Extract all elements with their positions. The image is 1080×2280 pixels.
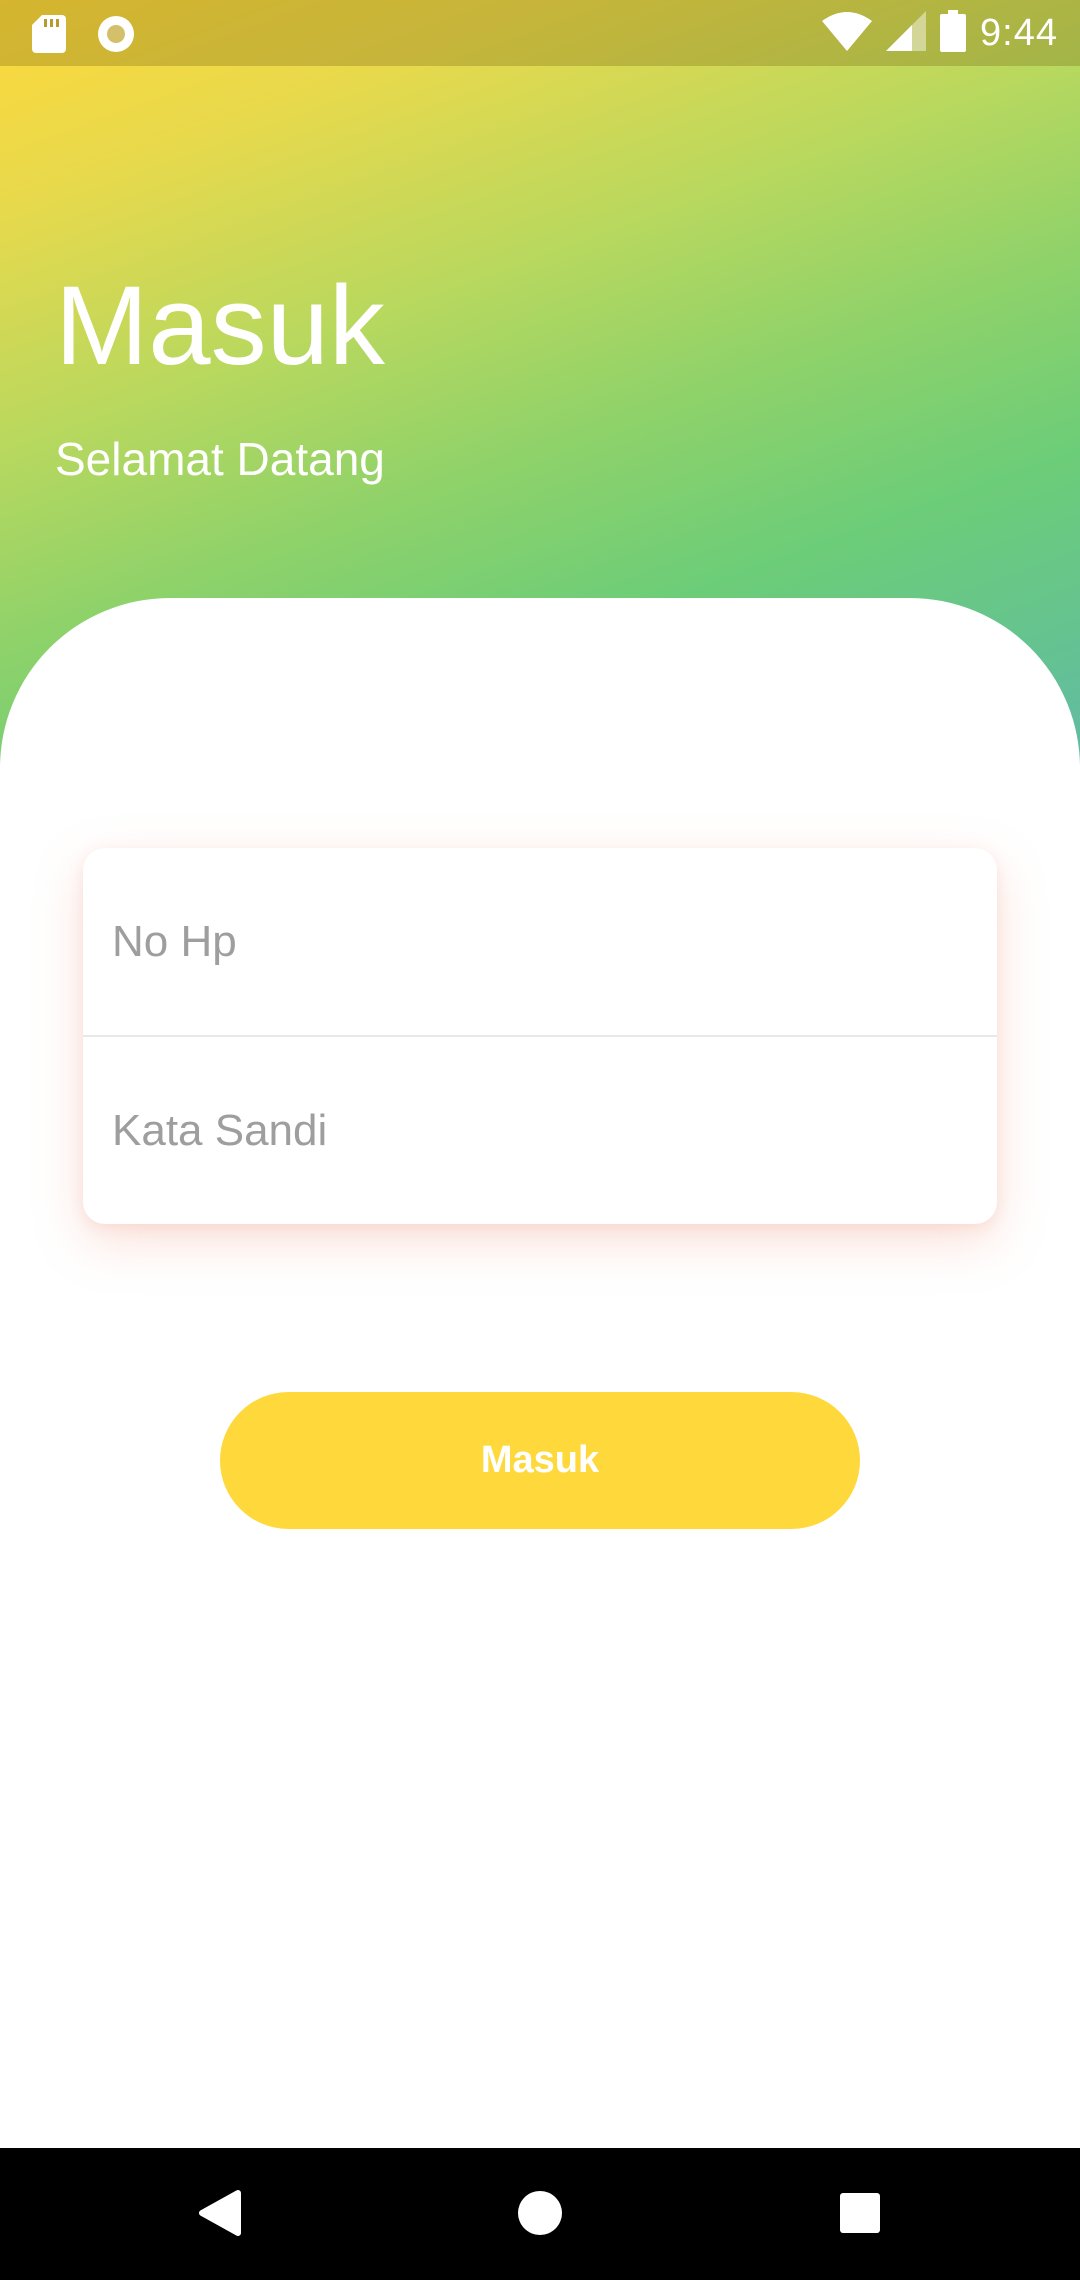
circle-notification-icon	[96, 14, 136, 59]
header-text: Masuk Selamat Datang	[55, 270, 385, 486]
password-input[interactable]	[110, 1104, 964, 1157]
battery-icon	[940, 9, 967, 57]
login-form-card	[83, 848, 997, 1224]
status-time: 9:44	[980, 11, 1058, 54]
sd-card-icon	[32, 15, 66, 58]
navigation-bar	[0, 2148, 1080, 2280]
recents-icon[interactable]	[825, 2178, 895, 2248]
page-subtitle: Selamat Datang	[55, 433, 385, 485]
signal-icon	[886, 10, 927, 56]
password-field-container	[83, 1037, 997, 1224]
back-icon[interactable]	[185, 2178, 255, 2248]
home-icon[interactable]	[505, 2178, 575, 2248]
phone-field-container	[83, 848, 997, 1035]
status-bar: 9:44	[0, 0, 1080, 66]
wifi-icon	[822, 11, 873, 56]
login-button[interactable]: Masuk	[220, 1392, 860, 1529]
phone-number-input[interactable]	[110, 915, 964, 968]
content-panel	[0, 598, 1080, 2148]
page-title: Masuk	[55, 263, 385, 388]
